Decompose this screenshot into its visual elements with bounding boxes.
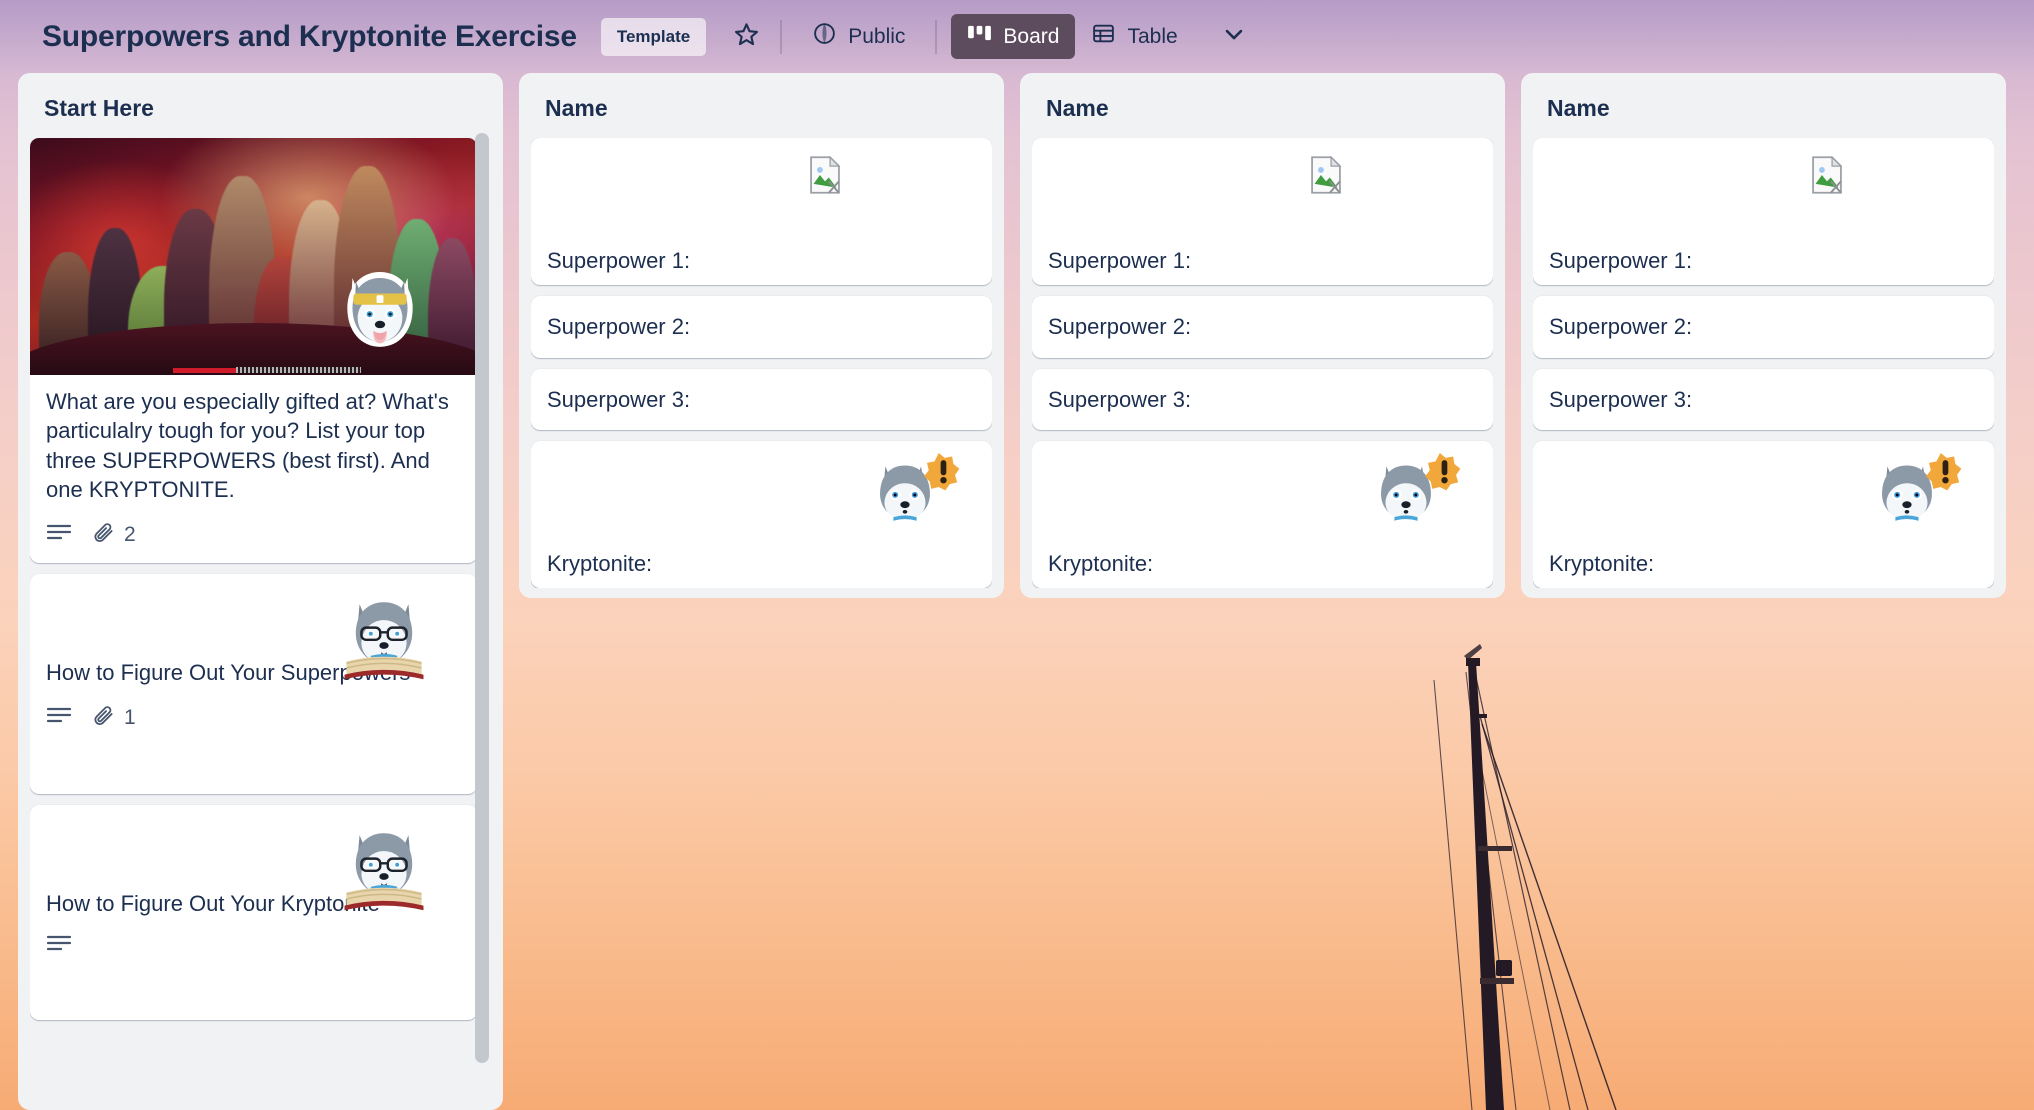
- card-badges: [30, 928, 477, 972]
- card[interactable]: Superpower 3:: [1032, 368, 1493, 430]
- card-title: What are you especially gifted at? What'…: [46, 389, 449, 502]
- card[interactable]: How to Figure Out Your Kryptonite: [30, 805, 477, 1020]
- card-title: Kryptonite:: [1549, 550, 1655, 576]
- card-title-wrap: Superpower 1:: [1533, 246, 1994, 285]
- card[interactable]: Superpower 3:: [1533, 368, 1994, 430]
- star-outline-icon: [733, 21, 760, 53]
- card[interactable]: Superpower 1:: [1533, 138, 1994, 286]
- card-title-wrap: Superpower 1:: [531, 246, 992, 285]
- card-image-placeholder-area: [1032, 138, 1493, 246]
- list-cards: What are you especially gifted at? What'…: [30, 138, 491, 1110]
- tab-table[interactable]: Table: [1075, 11, 1193, 62]
- attachment-count: 2: [124, 522, 136, 546]
- card-badges: 1: [30, 697, 477, 746]
- card-sticker-area: [1533, 441, 1994, 549]
- card-title-wrap: How to Figure Out Your Kryptonite: [30, 805, 477, 928]
- description-lines-icon: [46, 523, 72, 547]
- broken-image-icon: [1810, 155, 1844, 194]
- card[interactable]: Superpower 2:: [1032, 296, 1493, 358]
- board-header-bar: Superpowers and Kryptonite Exercise Temp…: [0, 0, 2034, 73]
- card-image-placeholder-area: [1533, 138, 1994, 246]
- card-title: Superpower 3:: [1549, 386, 1693, 412]
- tab-table-label: Table: [1127, 25, 1178, 48]
- list-start-here: Start Here What are you especially gifte…: [18, 73, 503, 1110]
- card-cover-image: [30, 138, 477, 375]
- board-lists: Start Here What are you especially gifte…: [0, 73, 2006, 1110]
- visibility-label: Public: [848, 25, 906, 48]
- card-sticker-area: [531, 441, 992, 549]
- more-views-button[interactable]: [1212, 15, 1256, 59]
- card[interactable]: Superpower 2:: [531, 296, 992, 358]
- card-title: Superpower 1:: [547, 248, 691, 273]
- attachment-badge: 2: [92, 520, 136, 549]
- table-view-icon: [1091, 21, 1116, 52]
- board-app: Superpowers and Kryptonite Exercise Temp…: [0, 0, 2034, 1110]
- card-title: Superpower 3:: [1048, 386, 1192, 412]
- list-cards: Superpower 1: Superpower 2: Superpower 3…: [1533, 138, 1994, 588]
- card-title-wrap: Kryptonite:: [1032, 549, 1493, 588]
- card-sticker-area: [1032, 441, 1493, 549]
- globe-icon: [812, 21, 837, 52]
- card-title: How to Figure Out Your Superpowers: [46, 660, 411, 685]
- card[interactable]: Superpower 2:: [1533, 296, 1994, 358]
- card[interactable]: Kryptonite:: [1533, 440, 1994, 588]
- card-title-wrap: What are you especially gifted at? What'…: [30, 375, 477, 514]
- card-title-wrap: How to Figure Out Your Superpowers: [30, 574, 477, 697]
- star-button[interactable]: [726, 17, 766, 57]
- header-divider-2: [935, 19, 938, 54]
- card[interactable]: Superpower 3:: [531, 368, 992, 430]
- list-cards: Superpower 1: Superpower 2: Superpower 3…: [1032, 138, 1493, 588]
- card-title: Kryptonite:: [547, 550, 653, 576]
- card-title-wrap: Kryptonite:: [531, 549, 992, 588]
- paperclip-icon: [92, 703, 115, 732]
- tab-board-label: Board: [1003, 25, 1060, 48]
- card-title-wrap: Kryptonite:: [1533, 549, 1994, 588]
- card-title: Kryptonite:: [1048, 550, 1154, 576]
- tab-board[interactable]: Board: [951, 14, 1076, 59]
- list-name-2: Name Superpower 1: Superpower 2: Superpo…: [1020, 73, 1505, 598]
- broken-image-icon: [808, 155, 842, 194]
- attachment-count: 1: [124, 705, 136, 729]
- visibility-button[interactable]: Public: [796, 11, 921, 62]
- card-title: How to Figure Out Your Kryptonite: [46, 891, 380, 916]
- list-cards: Superpower 1: Superpower 2: Superpower 3…: [531, 138, 992, 588]
- header-divider-1: [780, 19, 783, 54]
- card[interactable]: Kryptonite:: [1032, 440, 1493, 588]
- chevron-down-icon: [1220, 20, 1248, 53]
- card[interactable]: Kryptonite:: [531, 440, 992, 588]
- list-name-1: Name Superpower 1: Superpower 2: Superpo…: [519, 73, 1004, 598]
- card-title-wrap: Superpower 1:: [1032, 246, 1493, 285]
- card-title: Superpower 1:: [1048, 248, 1192, 273]
- card[interactable]: Superpower 1:: [1032, 138, 1493, 286]
- paperclip-icon: [92, 520, 115, 549]
- list-title[interactable]: Name: [1032, 85, 1493, 138]
- list-scrollbar[interactable]: [475, 133, 489, 1063]
- description-lines-icon: [46, 934, 72, 958]
- card-title: Superpower 2:: [1549, 314, 1693, 340]
- board-view-icon: [967, 24, 992, 49]
- card[interactable]: What are you especially gifted at? What'…: [30, 138, 477, 563]
- card-badges: 2: [30, 514, 477, 563]
- card[interactable]: Superpower 1:: [531, 138, 992, 286]
- attachment-badge: 1: [92, 703, 136, 732]
- list-name-3: Name Superpower 1: Superpower 2: Superpo…: [1521, 73, 2006, 598]
- card-title: Superpower 2:: [547, 314, 691, 340]
- card-image-placeholder-area: [531, 138, 992, 246]
- card[interactable]: How to Figure Out Your Superpowers 1: [30, 574, 477, 794]
- card-title: Superpower 1:: [1549, 248, 1693, 273]
- card-title: Superpower 3:: [547, 386, 691, 412]
- template-badge[interactable]: Template: [600, 17, 707, 56]
- description-lines-icon: [46, 706, 72, 730]
- list-title[interactable]: Name: [531, 85, 992, 138]
- list-title[interactable]: Name: [1533, 85, 1994, 138]
- page-title: Superpowers and Kryptonite Exercise: [42, 19, 577, 53]
- list-title[interactable]: Start Here: [30, 85, 491, 138]
- broken-image-icon: [1309, 155, 1343, 194]
- card-title: Superpower 2:: [1048, 314, 1192, 340]
